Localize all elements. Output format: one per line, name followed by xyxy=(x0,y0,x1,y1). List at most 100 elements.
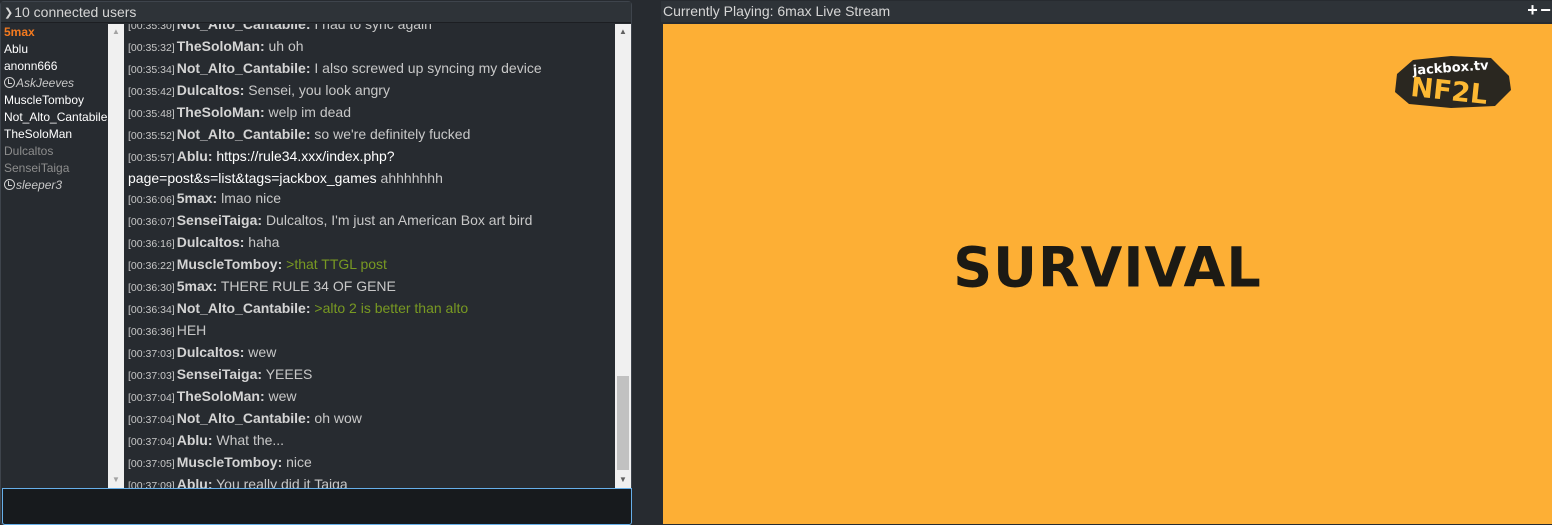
message-username[interactable]: SenseiTaiga: xyxy=(177,366,262,382)
message-text: Dulcaltos, I'm just an American Box art … xyxy=(265,212,533,228)
user-list-item[interactable]: Dulcaltos xyxy=(2,143,108,160)
afk-clock-icon xyxy=(4,77,15,88)
chat-message: [00:35:32] TheSoloMan: uh oh xyxy=(128,36,614,58)
chat-panel: ❯10 connected users 5max Ablu anonn666 AskJ… xyxy=(0,1,632,525)
message-timestamp: [00:35:57] xyxy=(128,152,175,164)
user-name: anonn666 xyxy=(4,59,58,73)
scroll-up-arrow-icon[interactable]: ▲ xyxy=(108,24,124,40)
user-list-item[interactable]: Not_Alto_Cantabile xyxy=(2,109,108,126)
scrollbar-thumb[interactable] xyxy=(617,376,629,470)
user-list-item[interactable]: MuscleTomboy xyxy=(2,92,108,109)
message-text: wew xyxy=(248,344,277,360)
message-username[interactable]: MuscleTomboy: xyxy=(177,454,283,470)
scroll-down-arrow-icon[interactable]: ▼ xyxy=(108,472,124,488)
user-list-item[interactable]: sleeper3 xyxy=(2,177,108,194)
chat-message: [00:36:30] 5max: THERE RULE 34 OF GENE xyxy=(128,276,614,298)
stream-caption: SURVIVAL xyxy=(953,235,1262,300)
chat-message: [00:35:34] Not_Alto_Cantabile: I also scr… xyxy=(128,58,614,80)
plus-icon[interactable]: + xyxy=(1526,1,1539,20)
chat-message: [00:36:36] HEH xyxy=(128,320,614,342)
connected-users-count: 10 connected users xyxy=(14,4,137,20)
message-username[interactable]: Not_Alto_Cantabile: xyxy=(177,24,311,32)
message-greentext: >that TTGL post xyxy=(286,256,387,272)
message-username[interactable]: Dulcaltos: xyxy=(177,344,245,360)
message-text: YEEES xyxy=(265,366,313,382)
message-username[interactable]: Not_Alto_Cantabile: xyxy=(177,300,311,316)
user-list-item[interactable]: TheSoloMan xyxy=(2,126,108,143)
video-panel: Currently Playing: 6max Live Stream + − j… xyxy=(661,1,1552,525)
chat-message: [00:35:57] Ablu: https://rule34.xxx/index… xyxy=(128,146,614,188)
message-text: nice xyxy=(286,454,312,470)
message-timestamp: [00:35:34] xyxy=(128,64,175,76)
message-timestamp: [00:35:52] xyxy=(128,130,175,142)
user-name: AskJeeves xyxy=(16,76,75,90)
chevron-down-icon: ❯ xyxy=(4,7,14,19)
chat-message: [00:37:04] Ablu: What the... xyxy=(128,430,614,452)
message-timestamp: [00:36:16] xyxy=(128,238,175,250)
chat-message: [00:35:52] Not_Alto_Cantabile: so we're d… xyxy=(128,124,614,146)
chat-message: [00:37:04] Not_Alto_Cantabile: oh wow xyxy=(128,408,614,430)
message-timestamp: [00:37:03] xyxy=(128,348,175,360)
currently-playing-title: Currently Playing: 6max Live Stream xyxy=(663,3,891,19)
user-list-item[interactable]: SenseiTaiga xyxy=(2,160,108,177)
message-username[interactable]: TheSoloMan: xyxy=(177,388,265,404)
message-text: HEH xyxy=(176,322,207,338)
message-username[interactable]: 5max: xyxy=(177,190,217,206)
message-username[interactable]: SenseiTaiga: xyxy=(177,212,262,228)
message-list: [00:35:30] Not_Alto_Cantabile: I had to s… xyxy=(128,24,614,488)
minus-icon[interactable]: − xyxy=(1539,1,1552,20)
chat-input[interactable] xyxy=(2,488,632,525)
video-size-controls: + − xyxy=(1526,1,1552,22)
chat-message: [00:35:30] Not_Alto_Cantabile: I had to s… xyxy=(128,24,614,36)
message-username[interactable]: 5max: xyxy=(177,278,217,294)
chat-message: [00:36:22] MuscleTomboy: >that TTGL post xyxy=(128,254,614,276)
chat-message: [00:37:03] SenseiTaiga: YEEES xyxy=(128,364,614,386)
message-timestamp: [00:36:30] xyxy=(128,282,175,294)
message-username[interactable]: Dulcaltos: xyxy=(177,234,245,250)
message-timestamp: [00:37:03] xyxy=(128,370,175,382)
chat-message: [00:35:42] Dulcaltos: Sensei, you look an… xyxy=(128,80,614,102)
message-text: THERE RULE 34 OF GENE xyxy=(220,278,396,294)
message-username[interactable]: TheSoloMan: xyxy=(177,104,265,120)
user-name: SenseiTaiga xyxy=(4,161,70,175)
message-text: haha xyxy=(248,234,280,250)
chat-message: [00:37:04] TheSoloMan: wew xyxy=(128,386,614,408)
message-timestamp: [00:37:04] xyxy=(128,414,175,426)
message-text: lmao nice xyxy=(221,190,281,206)
user-list-item[interactable]: AskJeeves xyxy=(2,75,108,92)
message-username[interactable]: Not_Alto_Cantabile: xyxy=(177,60,311,76)
message-username[interactable]: Ablu: xyxy=(177,432,213,448)
message-timestamp: [00:35:48] xyxy=(128,108,175,120)
message-timestamp: [00:35:32] xyxy=(128,42,175,54)
scroll-up-arrow-icon[interactable]: ▲ xyxy=(615,24,631,40)
message-timestamp: [00:36:34] xyxy=(128,304,175,316)
userlist-scrollbar[interactable]: ▲ ▼ xyxy=(108,24,124,488)
user-name: Ablu xyxy=(4,42,29,56)
message-text: What the... xyxy=(216,432,285,448)
message-text: oh wow xyxy=(314,410,362,426)
message-username[interactable]: Dulcaltos: xyxy=(177,82,245,98)
message-timestamp: [00:36:36] xyxy=(128,326,175,338)
message-text: Sensei, you look angry xyxy=(248,82,390,98)
message-username[interactable]: MuscleTomboy: xyxy=(177,256,283,272)
message-text: so we're definitely fucked xyxy=(314,126,471,142)
video-player[interactable]: jackbox.tv NF2L SURVIVAL xyxy=(663,24,1552,524)
message-timestamp: [00:36:22] xyxy=(128,260,175,272)
message-timestamp: [00:36:07] xyxy=(128,216,175,228)
video-header: Currently Playing: 6max Live Stream + − xyxy=(661,1,1552,22)
user-list-item[interactable]: anonn666 xyxy=(2,58,108,75)
user-list-item[interactable]: 5max xyxy=(2,24,108,41)
message-username[interactable]: Ablu: xyxy=(177,148,213,164)
scroll-down-arrow-icon[interactable]: ▼ xyxy=(615,472,631,488)
user-list-item[interactable]: Ablu xyxy=(2,41,108,58)
message-username[interactable]: Ablu: xyxy=(177,476,213,488)
userlist-toggle[interactable]: ❯10 connected users xyxy=(1,2,631,23)
message-username[interactable]: Not_Alto_Cantabile: xyxy=(177,126,311,142)
message-timestamp: [00:37:04] xyxy=(128,392,175,404)
message-username[interactable]: Not_Alto_Cantabile: xyxy=(177,410,311,426)
message-username[interactable]: TheSoloMan: xyxy=(177,38,265,54)
message-text: You really did it Taiga xyxy=(216,476,348,488)
chat-message: [00:36:06] 5max: lmao nice xyxy=(128,188,614,210)
user-name: Not_Alto_Cantabile xyxy=(4,110,108,124)
chat-scrollbar[interactable]: ▲ ▼ xyxy=(615,24,631,488)
